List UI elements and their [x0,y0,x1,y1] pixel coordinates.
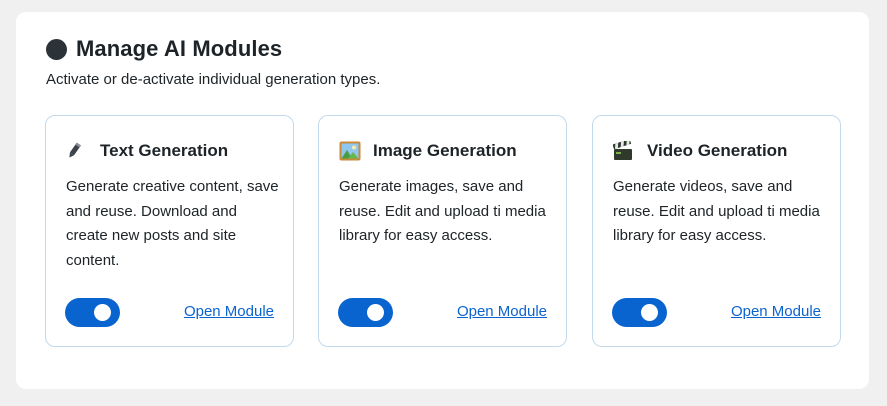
card-description: Generate creative content, save and reus… [66,178,279,270]
page-title: Manage AI Modules [76,36,283,61]
open-module-link[interactable]: Open Module [457,303,547,320]
pencil-icon [66,140,92,162]
modules-panel: Manage AI Modules Activate or de-activat… [16,12,869,389]
toggle-knob [94,304,111,321]
toggle-knob [367,304,384,321]
module-toggle[interactable] [338,298,393,327]
open-module-link[interactable]: Open Module [731,303,821,320]
card-title: Text Generation [100,141,229,160]
panel-header: Manage AI Modules [46,36,282,62]
image-icon [339,140,365,162]
module-card-text: Text Generation Generate creative conten… [45,115,294,347]
card-header: Text Generation [66,140,228,162]
card-description: Generate videos, save and reuse. Edit an… [613,178,820,245]
open-module-link[interactable]: Open Module [184,303,274,320]
clapperboard-icon [613,140,639,162]
module-toggle[interactable] [612,298,667,327]
module-card-image: Image Generation Generate images, save a… [318,115,567,347]
card-title: Video Generation [647,141,788,160]
card-description: Generate images, save and reuse. Edit an… [339,178,546,245]
status-dot-icon [46,38,67,60]
toggle-knob [641,304,658,321]
card-header: Image Generation [339,140,517,162]
module-card-video: Video Generation Generate videos, save a… [592,115,841,347]
card-header: Video Generation [613,140,787,162]
card-title: Image Generation [373,141,517,160]
page-subtitle: Activate or de-activate individual gener… [46,71,381,88]
module-toggle[interactable] [65,298,120,327]
